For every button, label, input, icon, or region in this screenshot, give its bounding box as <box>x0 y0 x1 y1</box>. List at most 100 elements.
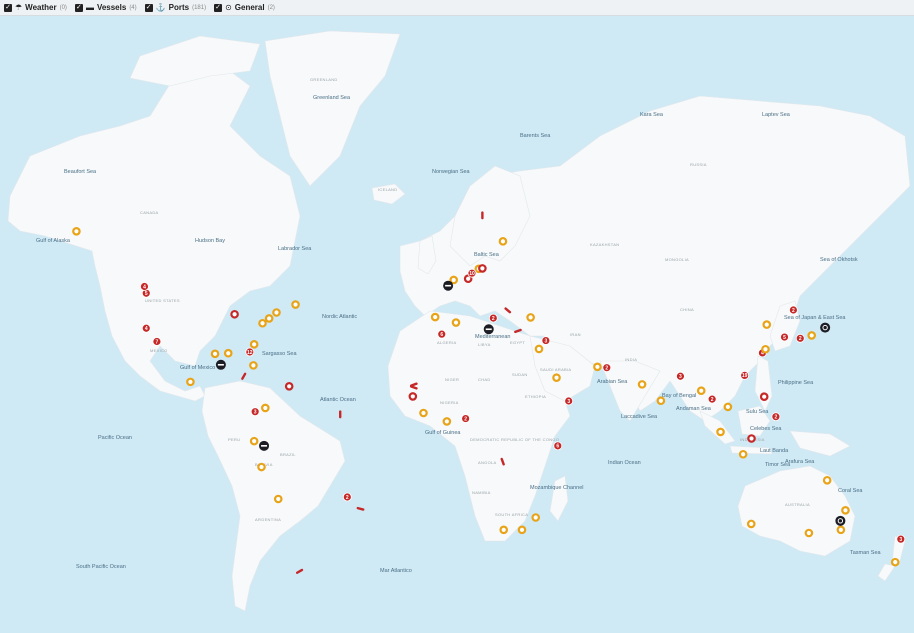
port-marker[interactable] <box>72 227 81 236</box>
general-checkbox[interactable]: ✓ <box>214 3 223 12</box>
ports-checkbox[interactable]: ✓ <box>144 3 153 12</box>
sea-label: Norwegian Sea <box>432 169 471 175</box>
port-cluster-marker[interactable]: 3 <box>541 336 551 345</box>
port-cluster-marker[interactable]: 5 <box>780 332 789 342</box>
country-label: CANADA <box>140 210 159 215</box>
port-marker[interactable] <box>273 494 283 504</box>
sea-label: Sulu Sea <box>746 409 769 415</box>
filter-vessels[interactable]: ✓ ▬ Vessels (4) <box>74 3 137 12</box>
port-cluster-marker[interactable]: 6 <box>553 441 563 451</box>
port-marker[interactable] <box>291 300 300 309</box>
port-cluster-marker[interactable]: 3 <box>676 371 685 381</box>
vessel-marker[interactable] <box>259 440 270 451</box>
port-marker[interactable] <box>716 427 725 437</box>
port-marker[interactable] <box>836 525 846 535</box>
port-marker[interactable] <box>258 318 267 328</box>
port-marker[interactable] <box>249 340 259 349</box>
sea-label: South Pacific Ocean <box>76 564 126 570</box>
port-marker[interactable] <box>478 264 487 273</box>
general-marker[interactable] <box>835 515 846 526</box>
port-marker[interactable] <box>531 513 541 522</box>
filter-ports[interactable]: ✓ ⚓ Ports (181) <box>144 3 207 12</box>
port-cluster-marker[interactable]: 2 <box>461 414 471 423</box>
vessels-checkbox[interactable]: ✓ <box>74 3 83 12</box>
port-marker[interactable] <box>738 449 748 459</box>
port-cluster-marker[interactable]: 2 <box>789 305 798 315</box>
port-cluster-marker[interactable]: 6 <box>437 329 447 339</box>
port-marker[interactable] <box>534 344 544 354</box>
port-marker[interactable] <box>408 392 418 401</box>
filter-weather[interactable]: ✓ ☂ Weather (0) <box>4 3 67 12</box>
port-marker[interactable] <box>841 506 850 515</box>
port-marker[interactable] <box>257 462 266 472</box>
vessel-track-marker[interactable] <box>481 211 484 220</box>
port-cluster-marker[interactable]: 10 <box>467 268 477 278</box>
vessel-marker[interactable] <box>483 324 494 335</box>
port-marker[interactable] <box>593 362 602 372</box>
port-marker[interactable] <box>223 348 233 358</box>
port-marker[interactable] <box>419 408 428 418</box>
filter-ports-count: (181) <box>192 4 207 11</box>
port-marker[interactable] <box>762 320 772 329</box>
port-marker[interactable] <box>822 475 832 485</box>
vessel-marker[interactable] <box>443 280 454 291</box>
filter-vessels-count: (4) <box>129 4 137 11</box>
port-marker[interactable] <box>230 309 239 319</box>
port-marker[interactable] <box>261 403 270 413</box>
port-marker[interactable] <box>264 314 274 323</box>
port-marker[interactable] <box>210 349 220 359</box>
port-cluster-marker[interactable]: 4 <box>141 323 151 333</box>
vessel-marker[interactable] <box>215 359 226 370</box>
port-marker[interactable] <box>696 386 706 396</box>
port-marker[interactable] <box>804 528 814 538</box>
port-marker[interactable] <box>890 557 900 567</box>
country-label: SOUTH AFRICA <box>495 512 528 517</box>
port-marker[interactable] <box>442 417 452 426</box>
port-cluster-marker[interactable]: 3 <box>564 396 574 406</box>
port-cluster-marker[interactable]: 12 <box>245 347 255 357</box>
port-marker[interactable] <box>499 525 509 535</box>
filter-general[interactable]: ✓ ⊙ General (2) <box>214 3 275 12</box>
port-cluster-marker[interactable]: 19 <box>740 371 750 380</box>
vessel-track-marker[interactable] <box>339 410 342 419</box>
port-cluster-count: 5 <box>783 335 786 341</box>
port-cluster-marker[interactable]: 4 <box>140 282 149 291</box>
port-marker[interactable] <box>284 382 294 391</box>
port-marker[interactable] <box>637 380 647 389</box>
country-label: LIBYA <box>478 342 491 347</box>
port-cluster-marker[interactable]: 2 <box>795 333 805 343</box>
sea-label: Atlantic Ocean <box>320 397 356 403</box>
port-marker[interactable] <box>723 402 733 412</box>
port-marker[interactable] <box>249 361 258 370</box>
port-cluster-marker[interactable]: 3 <box>250 407 260 417</box>
port-cluster-marker[interactable]: 7 <box>152 337 162 346</box>
port-marker[interactable] <box>451 318 461 327</box>
port-cluster-marker[interactable]: 2 <box>707 394 717 404</box>
world-map[interactable]: Greenland Sea Kara Sea Laptev Sea Barent… <box>0 16 914 633</box>
weather-checkbox[interactable]: ✓ <box>4 3 12 12</box>
port-marker[interactable] <box>807 331 816 340</box>
port-cluster-marker[interactable]: 2 <box>602 363 612 373</box>
port-cluster-marker[interactable]: 2 <box>342 492 352 502</box>
port-marker[interactable] <box>498 237 508 246</box>
port-cluster-count: 19 <box>742 373 748 379</box>
port-marker[interactable] <box>746 519 756 529</box>
port-marker[interactable] <box>552 373 561 382</box>
sea-label: Hudson Bay <box>195 238 225 244</box>
port-marker[interactable] <box>430 312 440 322</box>
port-cluster-marker[interactable]: 2 <box>771 412 781 422</box>
country-label: CHINA <box>680 307 694 312</box>
port-marker[interactable] <box>272 308 281 317</box>
port-marker[interactable] <box>747 434 756 443</box>
port-cluster-marker[interactable]: 3 <box>896 534 906 544</box>
port-marker[interactable] <box>526 313 535 322</box>
general-marker[interactable] <box>820 322 831 333</box>
port-marker[interactable] <box>656 396 666 406</box>
port-marker[interactable] <box>759 392 769 401</box>
port-cluster-count: 3 <box>254 409 257 415</box>
port-marker[interactable] <box>761 344 770 354</box>
port-marker[interactable] <box>517 525 527 535</box>
port-cluster-marker[interactable]: 2 <box>488 313 498 323</box>
port-marker[interactable] <box>186 377 195 387</box>
port-marker[interactable] <box>249 436 259 446</box>
